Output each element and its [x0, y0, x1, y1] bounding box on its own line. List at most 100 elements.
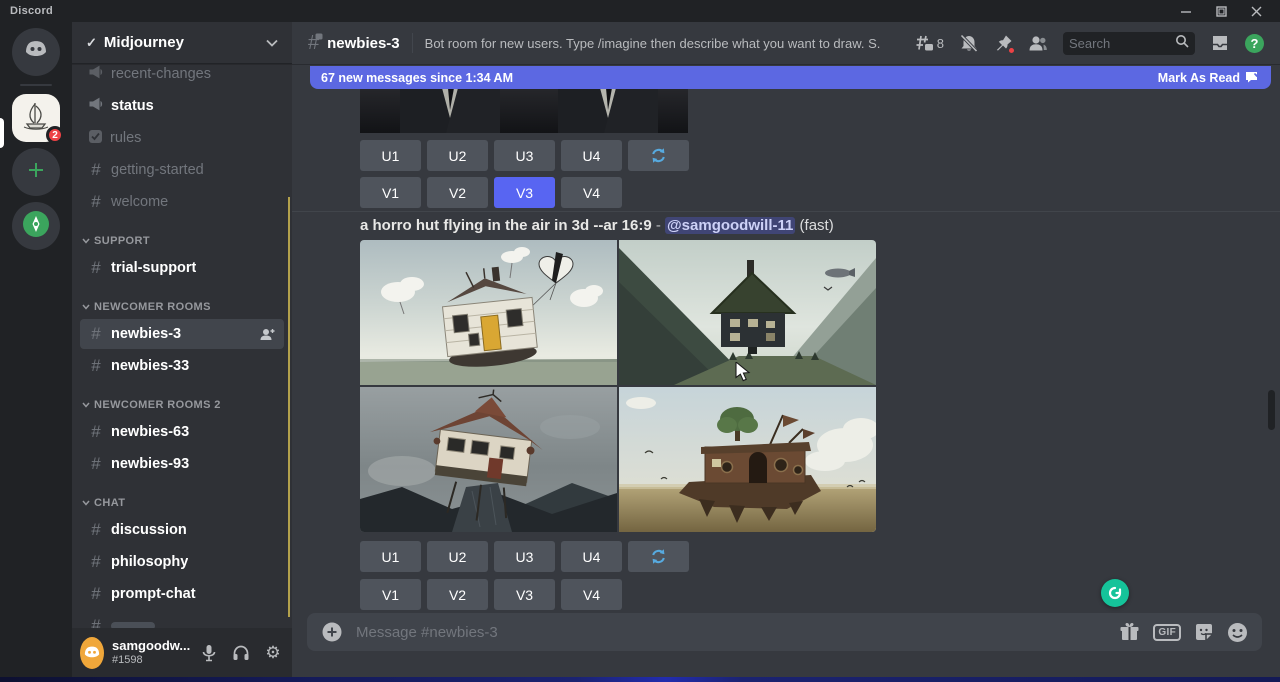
v4-button[interactable]: V4: [561, 579, 622, 610]
hash-icon: #: [88, 584, 104, 604]
grid-image-mountain-house[interactable]: [619, 240, 876, 385]
username: samgoodw...: [112, 639, 190, 653]
channel-welcome[interactable]: # welcome: [80, 187, 284, 217]
hash-icon: #: [88, 552, 104, 572]
member-list-icon[interactable]: [1028, 34, 1048, 52]
user-mention[interactable]: @samgoodwill-11: [665, 217, 795, 234]
channel-newbies-3[interactable]: # newbies-3: [80, 319, 284, 349]
category-chat[interactable]: CHAT: [80, 493, 284, 513]
megaphone-icon: [88, 65, 104, 83]
banner-text: 67 new messages since 1:34 AM: [321, 71, 513, 85]
u3-button[interactable]: U3: [494, 541, 555, 572]
channel-discussion[interactable]: # discussion: [80, 515, 284, 545]
channel-label: discussion: [111, 522, 187, 538]
grid-image-airship-house[interactable]: [619, 387, 876, 532]
v2-button[interactable]: V2: [427, 579, 488, 610]
hash-icon: #: [88, 454, 104, 474]
deafen-button[interactable]: [230, 642, 252, 664]
channel-partial[interactable]: #: [80, 611, 284, 628]
previous-generation-image[interactable]: [360, 88, 688, 133]
channel-newbies-63[interactable]: # newbies-63: [80, 417, 284, 447]
pinned-messages-icon[interactable]: [994, 34, 1013, 53]
u4-button[interactable]: U4: [561, 541, 622, 572]
channel-getting-started[interactable]: # getting-started: [80, 155, 284, 185]
u2-button[interactable]: U2: [427, 140, 488, 171]
title-bar: Discord: [0, 0, 1280, 22]
channel-philosophy[interactable]: # philosophy: [80, 547, 284, 577]
grid-image-balloon-house[interactable]: [360, 240, 617, 385]
upscale-button-row-prev: U1 U2 U3 U4: [360, 140, 689, 171]
u1-button[interactable]: U1: [360, 140, 421, 171]
channel-recent-changes[interactable]: recent-changes: [80, 65, 284, 89]
add-server-button[interactable]: [12, 148, 60, 196]
sticker-picker-button[interactable]: [1194, 622, 1214, 642]
explore-servers-button[interactable]: [12, 202, 60, 250]
inbox-icon[interactable]: [1210, 34, 1230, 52]
reroll-button[interactable]: [628, 140, 689, 171]
hash-icon: #: [88, 616, 104, 628]
help-icon[interactable]: ?: [1245, 34, 1264, 53]
server-rail: 2: [0, 22, 72, 677]
threads-icon[interactable]: 8: [914, 34, 944, 52]
server-name: Midjourney: [104, 34, 184, 51]
home-button[interactable]: [12, 28, 60, 76]
channel-list: recent-changes status rules # getting-st…: [72, 65, 292, 628]
reroll-button[interactable]: [628, 541, 689, 572]
u3-button[interactable]: U3: [494, 140, 555, 171]
user-avatar[interactable]: [80, 637, 104, 669]
category-support[interactable]: SUPPORT: [80, 231, 284, 251]
grid-image-crooked-hut[interactable]: [360, 387, 617, 532]
megaphone-icon: [88, 97, 104, 115]
channel-rules[interactable]: rules: [80, 123, 284, 153]
channel-newbies-93[interactable]: # newbies-93: [80, 449, 284, 479]
channel-newbies-33[interactable]: # newbies-33: [80, 351, 284, 381]
channel-prompt-chat[interactable]: # prompt-chat: [80, 579, 284, 609]
v3-button[interactable]: V3: [494, 579, 555, 610]
new-messages-banner[interactable]: 67 new messages since 1:34 AM Mark As Re…: [310, 66, 1271, 89]
close-button[interactable]: [1251, 6, 1262, 17]
v2-button[interactable]: V2: [427, 177, 488, 208]
refresh-icon: [650, 548, 667, 565]
settings-gear-icon[interactable]: ⚙: [262, 642, 284, 664]
notifications-muted-icon[interactable]: [959, 34, 979, 53]
grammarly-icon[interactable]: [1101, 579, 1129, 607]
category-newcomer-rooms[interactable]: NEWCOMER ROOMS: [80, 297, 284, 317]
u2-button[interactable]: U2: [427, 541, 488, 572]
minimize-button[interactable]: [1181, 6, 1192, 17]
variation-button-row-prev: V1 V2 V3 V4: [360, 177, 622, 208]
u1-button[interactable]: U1: [360, 541, 421, 572]
maximize-button[interactable]: [1216, 6, 1227, 17]
v1-button[interactable]: V1: [360, 579, 421, 610]
attach-file-button[interactable]: [321, 621, 343, 643]
v3-button-active[interactable]: V3: [494, 177, 555, 208]
channel-hash-icon: #: [308, 32, 319, 55]
channel-topic[interactable]: Bot room for new users. Type /imagine th…: [425, 36, 880, 51]
u4-button[interactable]: U4: [561, 140, 622, 171]
mark-as-read-button[interactable]: Mark As Read: [1158, 71, 1260, 85]
v4-button[interactable]: V4: [561, 177, 622, 208]
emoji-picker-button[interactable]: [1227, 622, 1248, 643]
chat-scrollbar-thumb[interactable]: [1268, 390, 1275, 430]
channel-trial-support[interactable]: # trial-support: [80, 253, 284, 283]
channel-sidebar: ✓ Midjourney recent-changes status rules…: [72, 22, 292, 677]
chevron-down-icon: [266, 34, 278, 51]
mute-mic-button[interactable]: [198, 642, 220, 664]
search-box: [1063, 32, 1195, 55]
message-input[interactable]: [356, 624, 1106, 641]
discord-logo-icon: [22, 39, 50, 66]
server-header[interactable]: ✓ Midjourney: [72, 22, 292, 64]
channel-label: rules: [110, 130, 141, 146]
v1-button[interactable]: V1: [360, 177, 421, 208]
search-input[interactable]: [1069, 36, 1175, 51]
channel-label: welcome: [111, 194, 168, 210]
variation-button-row: V1 V2 V3 V4: [360, 579, 622, 610]
gift-button[interactable]: [1119, 622, 1140, 642]
category-newcomer-rooms-2[interactable]: NEWCOMER ROOMS 2: [80, 395, 284, 415]
category-label: NEWCOMER ROOMS 2: [94, 399, 221, 411]
gif-picker-button[interactable]: GIF: [1153, 624, 1181, 641]
generated-image-grid[interactable]: [360, 240, 876, 532]
channel-status[interactable]: status: [80, 91, 284, 121]
channel-label: newbies-3: [111, 326, 181, 342]
server-icon-midjourney[interactable]: 2: [12, 94, 60, 142]
create-invite-icon[interactable]: [259, 327, 276, 342]
